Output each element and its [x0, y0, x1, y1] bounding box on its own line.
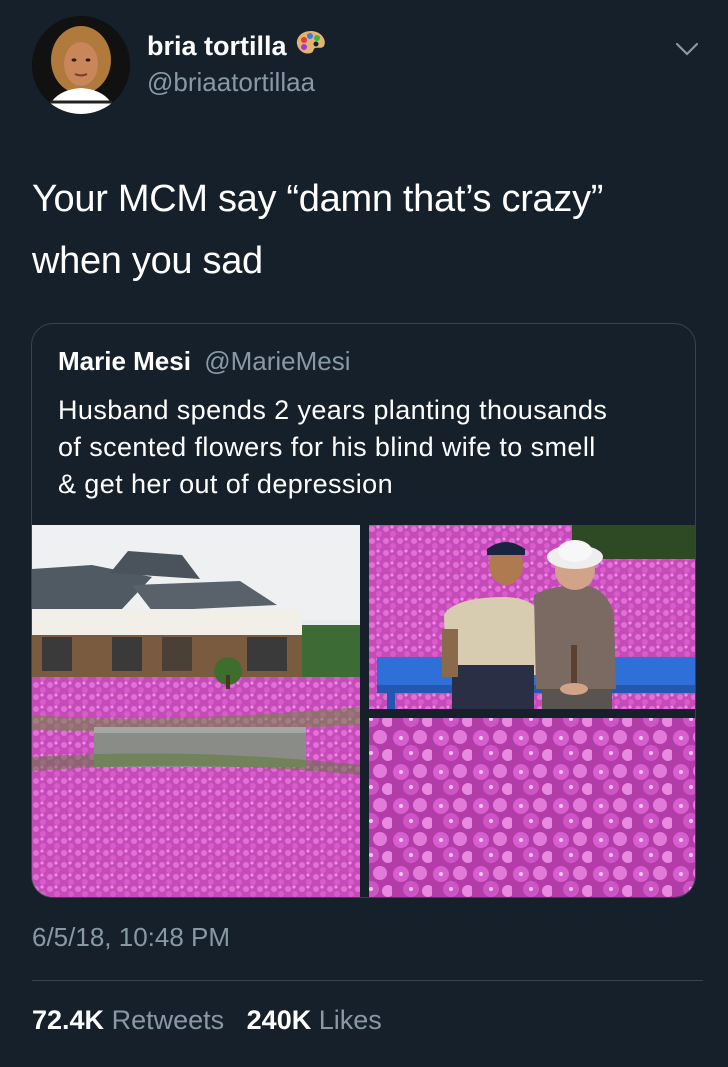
quoted-author-handle: @MarieMesi	[204, 346, 351, 376]
author-display-name: bria tortilla	[147, 31, 287, 61]
author-name[interactable]: bria tortilla	[147, 29, 327, 64]
quoted-tweet-line: & get her out of depression	[58, 469, 394, 499]
tweet-stats: 72.4K Retweets 240K Likes	[32, 1005, 382, 1036]
quoted-tweet-text: Husband spends 2 years planting thousand…	[58, 392, 678, 503]
retweets-label[interactable]: Retweets	[112, 1005, 225, 1035]
tweet-line: Your MCM say “damn that’s crazy”	[32, 178, 604, 220]
elderly-couple-image[interactable]	[369, 525, 696, 709]
quoted-author-name: Marie Mesi	[58, 346, 191, 376]
retweets-count[interactable]: 72.4K	[32, 1005, 104, 1035]
avatar[interactable]	[32, 16, 130, 114]
author-handle[interactable]: @briaatortillaa	[147, 67, 315, 98]
stats-divider	[32, 980, 703, 981]
pink-flowers-closeup-image[interactable]	[369, 718, 696, 898]
tweet-text: Your MCM say “damn that’s crazy” when yo…	[32, 168, 692, 292]
likes-count[interactable]: 240K	[247, 1005, 312, 1035]
likes-label[interactable]: Likes	[319, 1005, 382, 1035]
quoted-tweet-media[interactable]	[32, 525, 696, 898]
tweet-line: when you sad	[32, 240, 263, 282]
quoted-tweet-card[interactable]: Marie Mesi @MarieMesi Husband spends 2 y…	[31, 323, 696, 898]
chevron-down-icon[interactable]	[673, 38, 701, 60]
quoted-tweet-line: Husband spends 2 years planting thousand…	[58, 395, 608, 425]
tweet-timestamp: 6/5/18, 10:48 PM	[32, 922, 231, 952]
artist-palette-icon	[295, 29, 327, 64]
quoted-tweet-line: of scented flowers for his blind wife to…	[58, 432, 596, 462]
house-flower-field-image[interactable]	[32, 525, 360, 898]
quoted-tweet-header: Marie Mesi @MarieMesi	[58, 346, 351, 377]
